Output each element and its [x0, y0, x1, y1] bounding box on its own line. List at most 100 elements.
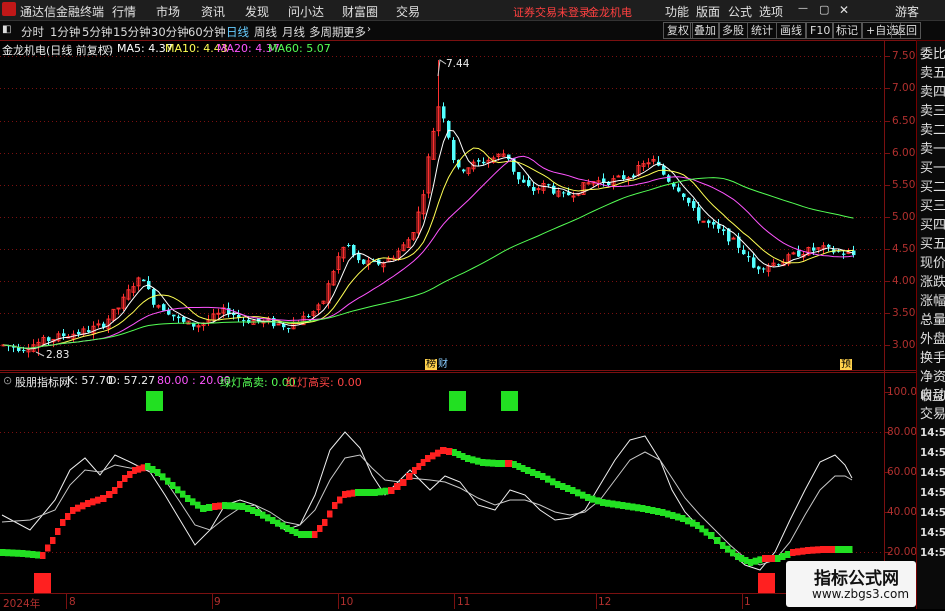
signal-band-segment — [255, 509, 261, 516]
panel-label[interactable]: 总量 — [920, 311, 945, 330]
signal-band-segment — [550, 478, 556, 486]
price-tick: 6.50 — [892, 115, 916, 127]
kline-chart[interactable] — [0, 0, 916, 609]
event-tag[interactable]: 榜 — [425, 359, 437, 370]
candle-body — [747, 256, 751, 258]
trade-time: 14:56 — [920, 547, 945, 559]
panel-label[interactable]: 卖一 — [920, 140, 945, 159]
signal-band-segment — [206, 504, 213, 511]
candle-body — [116, 307, 121, 310]
candle-body — [87, 330, 91, 332]
candle-body — [692, 201, 696, 208]
signal-band-segment — [846, 546, 853, 553]
date-tick: 12 — [598, 596, 612, 608]
event-tag[interactable]: 预 — [840, 359, 852, 370]
signal-band-segment — [580, 491, 586, 499]
signal-band-segment — [420, 459, 426, 466]
price-tick: 3.00 — [892, 339, 916, 351]
panel-label[interactable]: 买五 — [920, 235, 945, 254]
signal-band-segment — [40, 552, 46, 559]
low-price-label: 2.83 — [46, 349, 70, 361]
signal-band-segment — [298, 531, 304, 538]
candle-body — [762, 268, 766, 270]
candle-body — [347, 245, 351, 247]
signal-band-segment — [770, 555, 776, 562]
trade-time: 14:56 — [920, 507, 945, 519]
quote-side-panel: 委比 卖五 卖四 卖三 卖二 卖一 买一 买二 买三 买四 买五 现价 涨跌 涨… — [916, 41, 945, 609]
panel-label[interactable]: 现价 — [920, 254, 945, 273]
signal-band-segment — [307, 531, 313, 538]
panel-label[interactable]: 外盘 — [920, 330, 945, 349]
panel-label[interactable]: 买一 — [920, 159, 945, 178]
auto-trade-label[interactable]: 自动 — [920, 386, 945, 405]
panel-label[interactable]: 涨幅 — [920, 292, 945, 311]
price-tick: 7.50 — [892, 50, 916, 62]
signal-band-segment — [790, 549, 796, 556]
signal-band-segment — [406, 473, 413, 480]
panel-label[interactable]: 涨跌 — [920, 273, 945, 292]
trade-time: 14:56 — [920, 427, 945, 439]
panel-label[interactable]: 委比 — [920, 45, 945, 64]
high-price-label: 7.44 — [446, 58, 470, 70]
signal-band-segment — [366, 489, 373, 496]
signal-band-segment — [25, 550, 31, 558]
candle-body — [536, 188, 541, 191]
signal-band-segment — [795, 548, 801, 556]
price-tick: 4.50 — [892, 243, 916, 255]
signal-band-segment — [245, 505, 251, 512]
panel-label[interactable]: 买四 — [920, 216, 945, 235]
signal-band-segment — [226, 502, 232, 510]
candle-body — [731, 237, 736, 240]
price-tick: 6.00 — [892, 147, 916, 159]
indicator-tick: 40.00 — [887, 506, 918, 518]
ma60-line — [3, 177, 854, 349]
signal-band-segment — [312, 531, 318, 538]
signal-band-segment — [388, 487, 395, 494]
panel-label[interactable]: 卖四 — [920, 83, 945, 102]
panel-label[interactable]: 卖三 — [920, 102, 945, 121]
signal-band-segment — [132, 467, 137, 474]
auto-trade-label[interactable]: 交易 — [920, 405, 945, 424]
signal-band-segment — [670, 512, 676, 519]
candle-body — [47, 337, 51, 342]
panel-label[interactable]: 买二 — [920, 178, 945, 197]
panel-label[interactable]: 换手 — [920, 349, 945, 368]
panel-label[interactable]: 卖二 — [920, 121, 945, 140]
signal-band-segment — [190, 498, 196, 506]
candle-body — [842, 253, 846, 255]
signal-band-segment — [743, 557, 749, 564]
candle-body — [707, 220, 711, 224]
signal-band-segment — [80, 502, 86, 510]
signal-band-segment — [485, 459, 491, 467]
signal-band-segment — [145, 463, 151, 470]
signal-band-segment — [270, 517, 276, 524]
signal-band-segment — [412, 467, 417, 474]
signal-band-segment — [560, 483, 566, 490]
panel-label[interactable]: 买三 — [920, 197, 945, 216]
signal-band-segment — [775, 555, 781, 562]
signal-band-segment — [605, 499, 611, 507]
signal-band-segment — [70, 507, 76, 514]
signal-band-segment — [590, 495, 596, 503]
event-tag[interactable]: 财 — [438, 359, 448, 370]
price-tick: 7.00 — [892, 82, 916, 94]
signal-band-segment — [127, 471, 133, 478]
signal-band-segment — [435, 449, 441, 457]
watermark-url: www.zbgs3.com — [812, 587, 910, 601]
signal-band-segment — [280, 522, 286, 530]
signal-band-segment — [10, 549, 16, 557]
signal-band-segment — [446, 448, 453, 455]
panel-label[interactable]: 卖五 — [920, 64, 945, 83]
signal-band-segment — [332, 502, 338, 509]
candle-body — [712, 222, 716, 225]
signal-band-segment — [530, 469, 536, 476]
signal-band-segment — [680, 515, 686, 522]
signal-band-segment — [317, 525, 323, 532]
candle-body — [757, 266, 761, 270]
signal-band-segment — [465, 455, 471, 462]
candle-body — [182, 317, 186, 322]
trade-time: 14:56 — [920, 467, 945, 479]
panel-label[interactable]: 净资 — [920, 368, 945, 387]
signal-band-segment — [377, 488, 384, 496]
signal-band-segment — [480, 459, 486, 466]
